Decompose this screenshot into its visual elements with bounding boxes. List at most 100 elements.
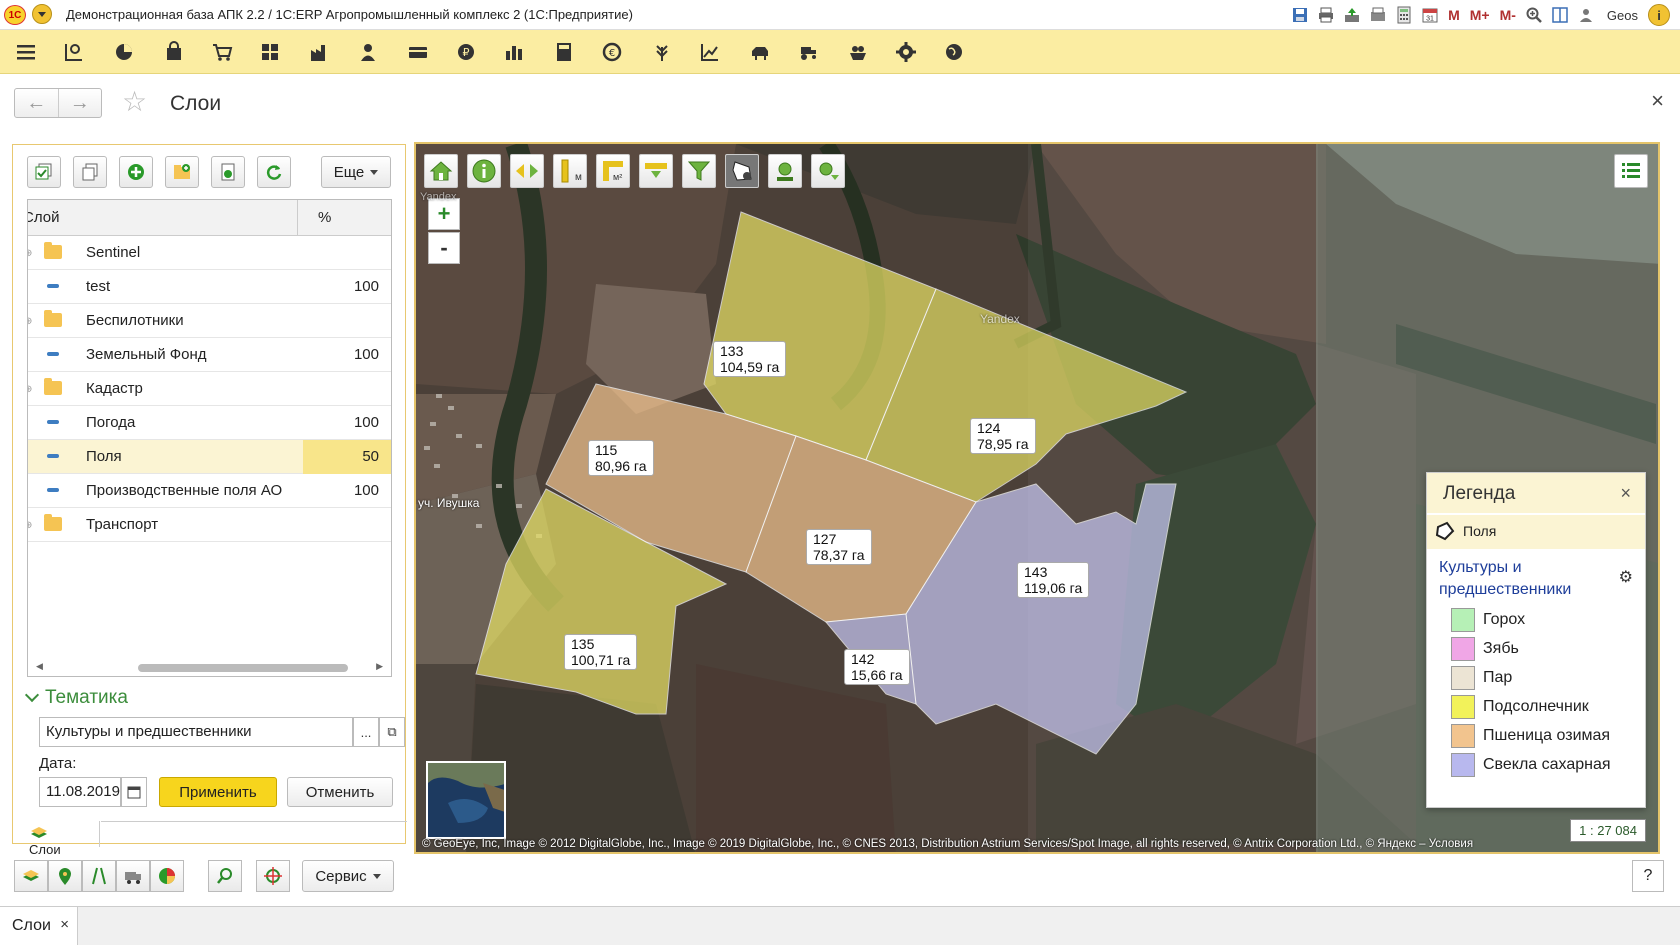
purchases-icon[interactable] — [160, 38, 188, 66]
search-icon[interactable] — [208, 860, 242, 892]
window-tab-layers[interactable]: Слои × — [0, 907, 78, 945]
field-label[interactable]: 124 78,95 га — [970, 418, 1036, 454]
cancel-button[interactable]: Отменить — [287, 777, 393, 807]
expand-icon[interactable]: ⊕ — [28, 520, 32, 531]
finance-icon[interactable]: ₽ — [452, 38, 480, 66]
zoom-icon[interactable] — [1523, 4, 1545, 26]
scroll-right-icon[interactable]: ▶ — [376, 661, 383, 672]
more-button[interactable]: Еще — [321, 156, 391, 188]
field-label[interactable]: 115 80,96 га — [588, 440, 654, 476]
layer-row[interactable]: Погода 100 — [28, 406, 391, 440]
field-label[interactable]: 135 100,71 га — [564, 634, 638, 670]
expand-icon[interactable]: ⊕ — [28, 248, 32, 259]
calc-icon[interactable] — [550, 38, 578, 66]
desktop-icon[interactable] — [60, 38, 88, 66]
scroll-left-icon[interactable]: ◀ — [36, 661, 43, 672]
main-menu-button[interactable] — [32, 4, 52, 24]
expand-icon[interactable]: ⊕ — [28, 316, 32, 327]
expand-icon[interactable]: ⊕ — [28, 384, 32, 395]
memory-add-button[interactable]: M+ — [1467, 4, 1493, 26]
layer-percent[interactable]: 100 — [303, 270, 391, 304]
column-header-layer[interactable]: Слой — [28, 200, 298, 235]
analytics-icon[interactable] — [110, 38, 138, 66]
close-form-button[interactable]: × — [1651, 88, 1664, 114]
panels-icon[interactable] — [1549, 4, 1571, 26]
palette-icon[interactable]: ⚙ — [1619, 567, 1633, 589]
export-icon[interactable] — [1341, 4, 1363, 26]
reports-icon[interactable] — [500, 38, 528, 66]
calendar-picker-icon[interactable] — [121, 777, 147, 807]
budget-icon[interactable]: € — [598, 38, 626, 66]
ruler-tool-icon[interactable] — [639, 154, 673, 188]
production-icon[interactable] — [306, 38, 334, 66]
date-input[interactable]: 11.08.2019 — [39, 777, 121, 807]
pin-icon[interactable] — [48, 860, 82, 892]
scan-icon[interactable] — [1367, 4, 1389, 26]
truck-icon[interactable] — [116, 860, 150, 892]
home-tool-icon[interactable] — [424, 154, 458, 188]
map-view[interactable]: м м² + - Yandex Yandex уч. Ивушка 133 104… — [414, 142, 1660, 854]
service-button[interactable]: Сервис — [302, 860, 394, 892]
calculator-icon[interactable] — [1393, 4, 1415, 26]
layer-percent[interactable] — [303, 508, 391, 542]
info-icon[interactable]: i — [1648, 4, 1670, 26]
crosshair-icon[interactable] — [256, 860, 290, 892]
field-label[interactable]: 127 78,37 га — [806, 529, 872, 565]
filter-tool-icon[interactable] — [682, 154, 716, 188]
copy-button[interactable] — [73, 156, 107, 188]
thematic-section-toggle[interactable]: Тематика — [24, 687, 128, 709]
memory-store-button[interactable]: M — [1445, 4, 1463, 26]
layer-row[interactable]: ⊕ Sentinel — [28, 236, 391, 270]
livestock-icon[interactable] — [746, 38, 774, 66]
load-layer-button[interactable] — [211, 156, 245, 188]
payments-icon[interactable] — [404, 38, 432, 66]
layer-percent[interactable] — [303, 304, 391, 338]
warehouse-icon[interactable] — [256, 38, 284, 66]
settings-icon[interactable] — [892, 38, 920, 66]
planning-icon[interactable] — [696, 38, 724, 66]
layer-percent[interactable]: 100 — [303, 474, 391, 508]
layer-row[interactable]: Поля 50 — [28, 440, 391, 474]
select-polygon-icon[interactable] — [725, 154, 759, 188]
layer-percent[interactable]: 100 — [303, 406, 391, 440]
pie-chart-icon[interactable] — [150, 860, 184, 892]
thematic-open-icon[interactable]: ⧉ — [379, 717, 405, 747]
layer-percent[interactable] — [303, 372, 391, 406]
zoom-out-button[interactable]: - — [428, 232, 460, 264]
layer-row[interactable]: ⊕ Кадастр — [28, 372, 391, 406]
layers-mini-tab[interactable]: Слои — [29, 825, 99, 857]
layer-percent[interactable]: 100 — [303, 338, 391, 372]
menu-icon[interactable] — [12, 38, 40, 66]
layer-row[interactable]: test 100 — [28, 270, 391, 304]
layer-row[interactable]: Земельный Фонд 100 — [28, 338, 391, 372]
machinery-icon[interactable] — [794, 38, 822, 66]
layer-percent[interactable] — [303, 236, 391, 270]
window-tab-close-icon[interactable]: × — [60, 916, 69, 933]
apply-button[interactable]: Применить — [159, 777, 277, 807]
save-icon[interactable] — [1289, 4, 1311, 26]
layer-percent[interactable]: 50 — [303, 440, 391, 474]
calendar-icon[interactable]: 31 — [1419, 4, 1441, 26]
overview-minimap[interactable] — [426, 761, 506, 839]
field-label[interactable]: 143 119,06 га — [1017, 562, 1090, 598]
horizontal-scrollbar[interactable]: ◀ ▶ — [28, 658, 391, 676]
globe-icon[interactable] — [940, 38, 968, 66]
refresh-button[interactable] — [257, 156, 291, 188]
user-name[interactable]: Geos — [1601, 8, 1644, 23]
forward-icon[interactable]: → — [59, 89, 102, 117]
route-tool-icon[interactable] — [811, 154, 845, 188]
legend-close-icon[interactable]: × — [1620, 483, 1631, 504]
pan-tool-icon[interactable] — [510, 154, 544, 188]
check-all-button[interactable] — [27, 156, 61, 188]
layer-row[interactable]: Производственные поля АО 100 — [28, 474, 391, 508]
harvest-icon[interactable] — [844, 38, 872, 66]
memory-subtract-button[interactable]: M- — [1497, 4, 1519, 26]
measure-distance-icon[interactable]: м — [553, 154, 587, 188]
add-layer-button[interactable] — [119, 156, 153, 188]
field-label[interactable]: 142 15,66 га — [844, 649, 910, 685]
road-icon[interactable] — [82, 860, 116, 892]
sales-icon[interactable] — [208, 38, 236, 66]
crops-icon[interactable] — [648, 38, 676, 66]
field-label[interactable]: 133 104,59 га — [713, 341, 787, 377]
layer-row[interactable]: ⊕ Беспилотники — [28, 304, 391, 338]
